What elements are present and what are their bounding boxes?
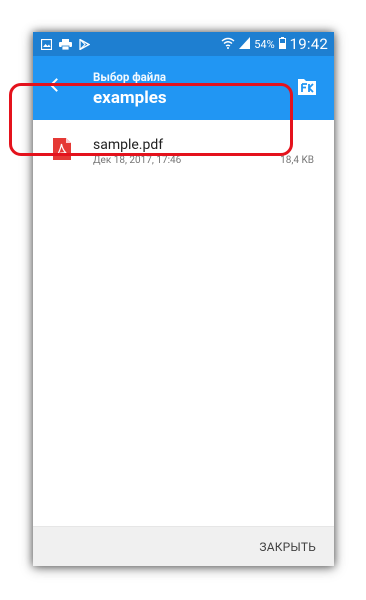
- play-store-icon: [79, 35, 91, 54]
- dialog-footer: ЗАКРЫТЬ: [33, 526, 334, 566]
- pdf-icon: [53, 138, 71, 160]
- file-date: Дек 18, 2017, 17:46: [93, 155, 182, 166]
- signal-icon: [239, 36, 251, 52]
- app-bar: Выбор файла examples: [33, 56, 334, 120]
- file-name: sample.pdf: [93, 137, 164, 153]
- battery-percent: 54%: [254, 37, 275, 51]
- dialog-subtitle: Выбор файла: [93, 70, 166, 84]
- phone-screen: 54% 19:42 Выбор файла examples sample.pd…: [33, 32, 334, 566]
- file-list: sample.pdf Дек 18, 2017, 17:46 18,4 KB: [33, 120, 334, 526]
- file-size: 18,4 KB: [280, 155, 314, 166]
- arrow-left-icon: [49, 77, 65, 97]
- battery-icon: [278, 36, 286, 52]
- wifi-icon: [221, 37, 235, 52]
- folder-title: examples: [93, 88, 167, 108]
- print-icon: [59, 35, 72, 54]
- close-button[interactable]: ЗАКРЫТЬ: [259, 540, 316, 554]
- file-commander-button[interactable]: [296, 76, 318, 98]
- file-commander-icon: [296, 79, 318, 102]
- file-item[interactable]: sample.pdf Дек 18, 2017, 17:46 18,4 KB: [33, 120, 334, 192]
- status-bar: 54% 19:42: [33, 32, 334, 56]
- status-time: 19:42: [289, 35, 328, 53]
- back-button[interactable]: [45, 75, 69, 99]
- gallery-icon: [40, 35, 53, 54]
